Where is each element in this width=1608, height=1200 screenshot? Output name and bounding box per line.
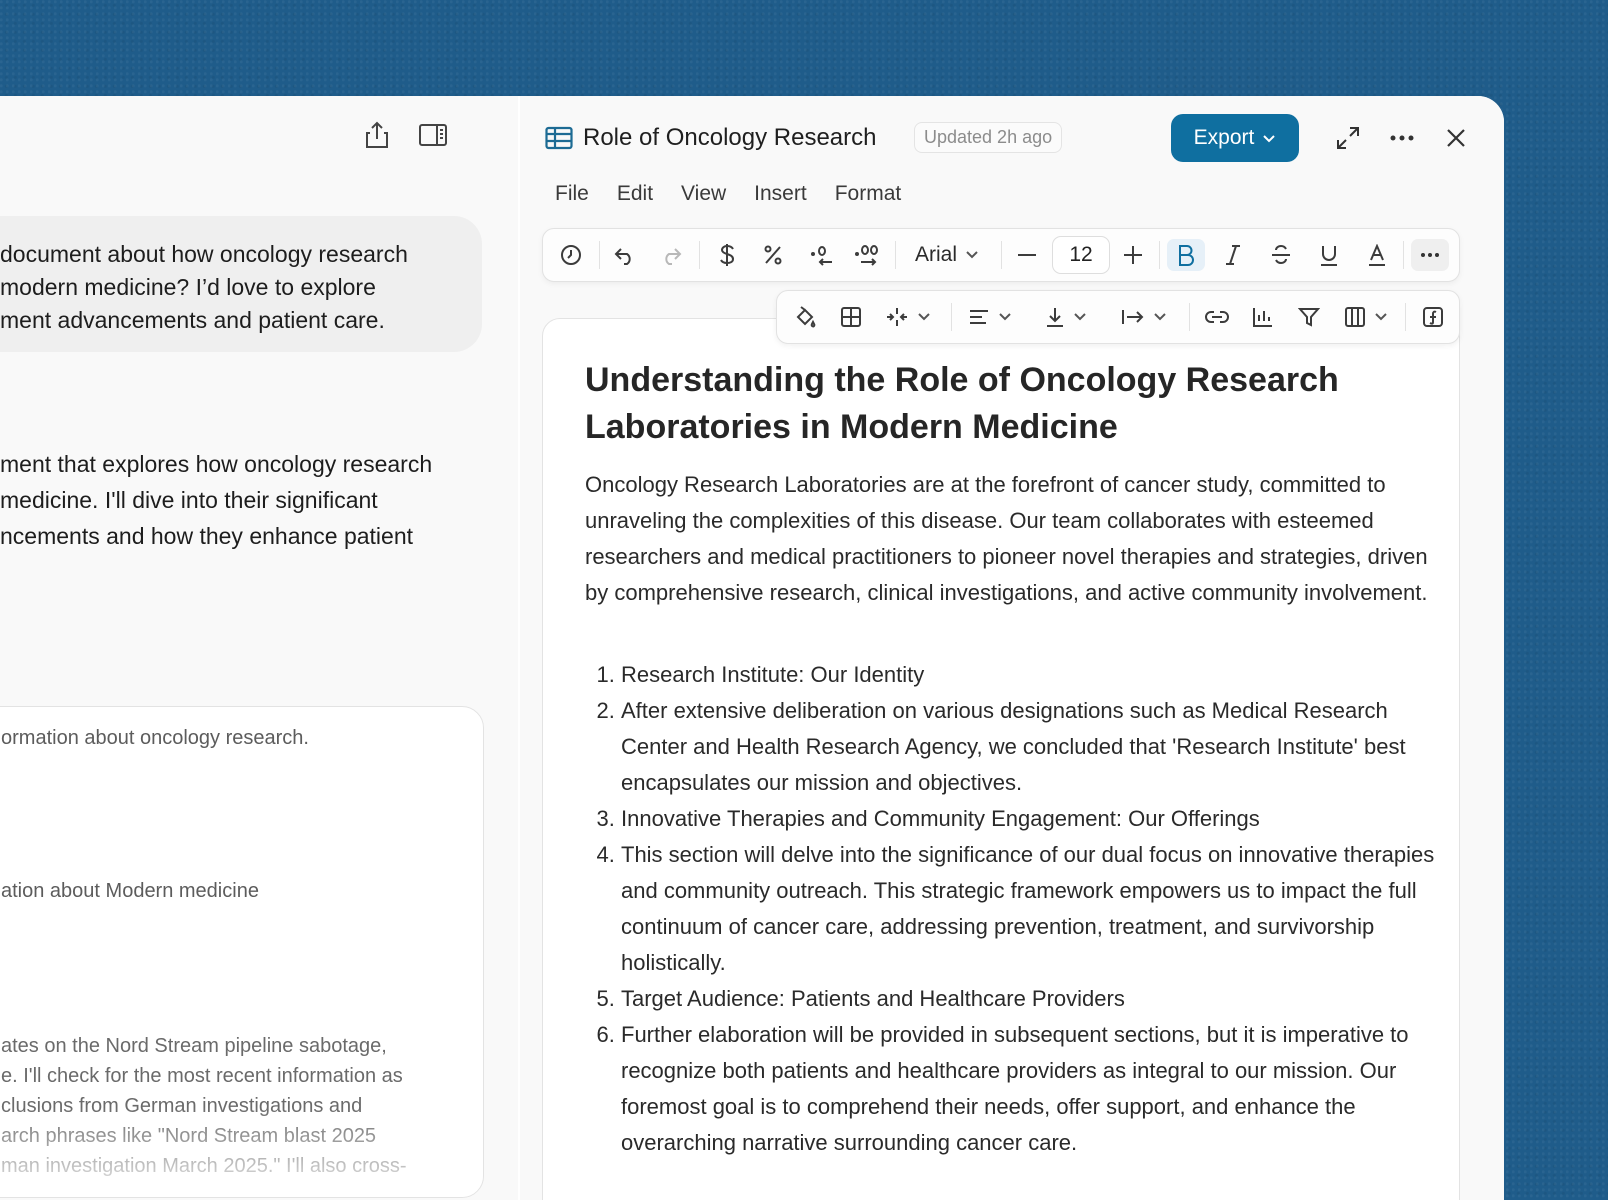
toolbar-divider (1001, 241, 1002, 269)
history-icon[interactable] (555, 239, 587, 271)
chevron-down-icon (1154, 313, 1166, 321)
menu-edit[interactable]: Edit (617, 182, 653, 206)
close-icon[interactable] (1440, 122, 1472, 154)
more-options-icon[interactable] (1411, 239, 1449, 271)
document-content: Understanding the Role of Oncology Resea… (585, 357, 1435, 1161)
user-message-text: document about how oncology research mod… (0, 241, 408, 333)
menu-view[interactable]: View (681, 182, 726, 206)
menu-file[interactable]: File (555, 182, 589, 206)
tool-step-oncology: ormation about oncology research. (1, 727, 309, 749)
italic-icon[interactable] (1217, 239, 1249, 271)
export-button[interactable]: Export (1171, 114, 1299, 162)
align-left-icon[interactable] (963, 301, 1017, 333)
toolbar-divider (1405, 303, 1406, 331)
list-item: After extensive deliberation on various … (621, 693, 1435, 801)
document-header: Role of Oncology Research Updated 2h ago… (520, 96, 1504, 180)
document-title: Role of Oncology Research (583, 124, 877, 151)
chat-panel: document about how oncology research mod… (0, 96, 518, 1200)
text-wrap-icon[interactable] (1115, 301, 1173, 333)
plus-icon[interactable] (1117, 239, 1149, 271)
fade-overlay (0, 1107, 483, 1197)
expand-icon[interactable] (1332, 122, 1364, 154)
intro-paragraph: Oncology Research Laboratories are at th… (585, 472, 1428, 605)
underline-icon[interactable] (1313, 239, 1345, 271)
more-icon[interactable] (1386, 122, 1418, 154)
filter-icon[interactable] (1293, 301, 1325, 333)
borders-icon[interactable] (835, 301, 867, 333)
toolbar-divider (951, 303, 952, 331)
list-item: Innovative Therapies and Community Engag… (621, 801, 1435, 837)
menu-bar: File Edit View Insert Format (555, 182, 901, 206)
decrease-decimal-icon[interactable] (805, 239, 837, 271)
share-icon[interactable] (362, 120, 392, 150)
increase-decimal-icon[interactable] (851, 239, 883, 271)
spreadsheet-icon (545, 126, 573, 155)
toolbar-divider (895, 241, 896, 269)
chevron-down-icon (1262, 126, 1276, 150)
chat-header-actions (362, 120, 448, 150)
fill-color-icon[interactable] (789, 301, 821, 333)
menu-insert[interactable]: Insert (754, 182, 807, 206)
tool-step-modern-medicine: ation about Modern medicine (1, 880, 259, 902)
chevron-down-icon (1375, 313, 1387, 321)
font-family-value: Arial (914, 243, 957, 266)
currency-icon[interactable] (711, 239, 743, 271)
menu-format[interactable]: Format (835, 182, 902, 206)
sidebar-toggle-icon[interactable] (418, 120, 448, 150)
undo-icon[interactable] (609, 239, 641, 271)
assistant-reply-text: ment that explores how oncology research… (0, 451, 433, 549)
percent-icon[interactable] (757, 239, 789, 271)
list-item: Target Audience: Patients and Healthcare… (621, 981, 1435, 1017)
document-page[interactable]: Understanding the Role of Oncology Resea… (542, 318, 1460, 1200)
merge-cells-icon[interactable] (881, 301, 935, 333)
bold-icon[interactable] (1167, 239, 1205, 271)
toolbar-divider (699, 241, 700, 269)
link-icon[interactable] (1201, 301, 1233, 333)
font-family-select[interactable]: Arial (909, 239, 985, 271)
list-item: Research Institute: Our Identity (621, 657, 1435, 693)
vertical-align-icon[interactable] (1039, 301, 1093, 333)
font-size-input[interactable]: 12 (1052, 236, 1110, 274)
document-panel: Role of Oncology Research Updated 2h ago… (520, 96, 1504, 1200)
updated-badge: Updated 2h ago (914, 122, 1063, 153)
toolbar-divider (599, 241, 600, 269)
chevron-down-icon (966, 251, 978, 259)
text-color-icon[interactable] (1361, 239, 1393, 271)
list-item: This section will delve into the signifi… (621, 837, 1435, 981)
formatting-toolbar: Arial 12 (542, 228, 1460, 282)
strikethrough-icon[interactable] (1265, 239, 1297, 271)
export-label: Export (1193, 126, 1255, 149)
user-message-bubble: document about how oncology research mod… (0, 216, 482, 352)
chevron-down-icon (918, 313, 930, 321)
columns-icon[interactable] (1339, 301, 1393, 333)
redo-icon[interactable] (655, 239, 687, 271)
document-heading: Understanding the Role of Oncology Resea… (585, 361, 1339, 446)
chart-icon[interactable] (1247, 301, 1279, 333)
chevron-down-icon (1074, 313, 1086, 321)
app-window: document about how oncology research mod… (0, 96, 1504, 1200)
minus-icon[interactable] (1011, 239, 1043, 271)
numbered-list: Research Institute: Our Identity After e… (585, 657, 1435, 1161)
secondary-toolbar (776, 290, 1460, 344)
function-icon[interactable] (1417, 301, 1449, 333)
toolbar-divider (1189, 303, 1190, 331)
tool-activity-card[interactable]: ormation about oncology research. ation … (0, 706, 484, 1198)
toolbar-divider (1159, 241, 1160, 269)
list-item: Further elaboration will be provided in … (621, 1017, 1435, 1161)
chevron-down-icon (999, 313, 1011, 321)
toolbar-divider (1403, 241, 1404, 269)
